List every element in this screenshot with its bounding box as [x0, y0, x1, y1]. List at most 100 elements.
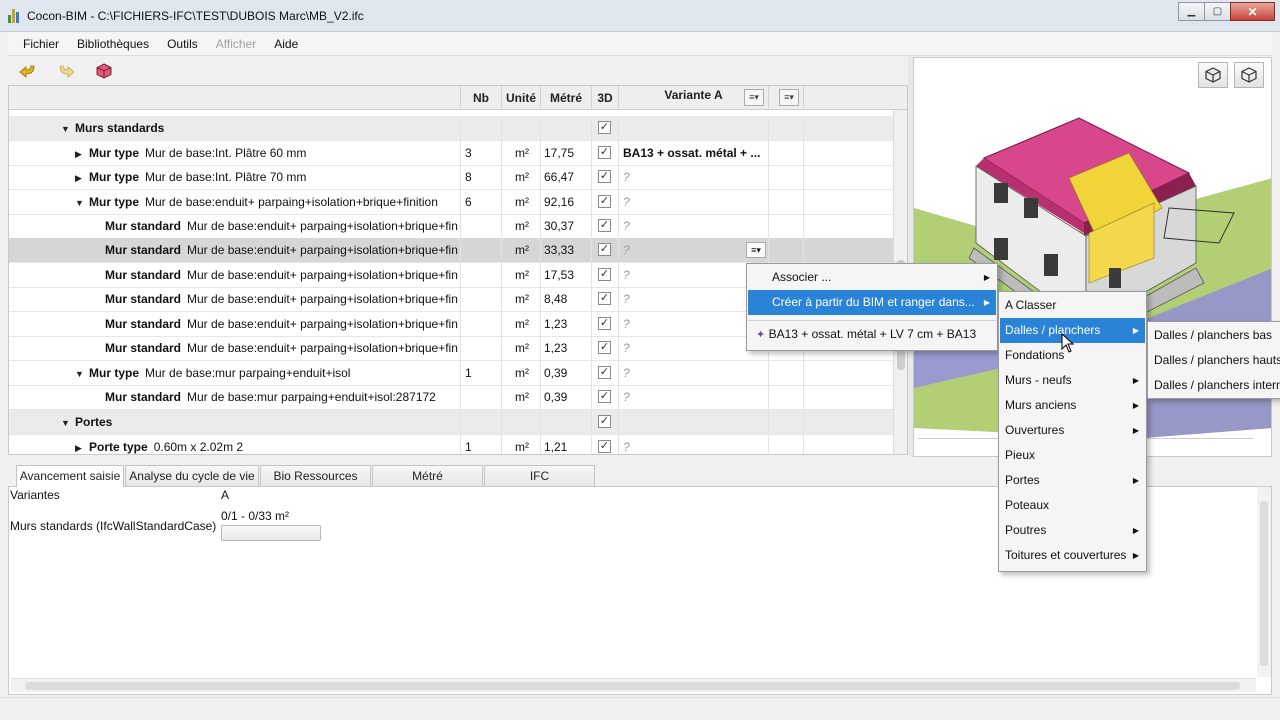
checkbox-3d[interactable]: ✓	[598, 146, 611, 159]
menu-aide[interactable]: Aide	[265, 37, 307, 51]
status-bar	[0, 697, 1280, 720]
app-logo-icon	[8, 9, 22, 23]
menu-outils[interactable]: Outils	[158, 37, 207, 51]
header-extra-2	[803, 86, 907, 110]
checkbox-3d[interactable]: ✓	[598, 292, 611, 305]
submenu-arrow-icon: ▶	[1132, 526, 1139, 535]
checkbox-3d[interactable]: ✓	[598, 195, 611, 208]
table-row[interactable]: ▼ Mur type Mur de base:mur parpaing+enduit…	[9, 361, 894, 386]
menu-fichier[interactable]: Fichier	[14, 37, 68, 51]
window-titlebar: Cocon-BIM - C:\FICHIERS-IFC\TEST\DUBOIS …	[0, 0, 1280, 32]
checkbox-3d[interactable]: ✓	[598, 317, 611, 330]
submenu-arrow-icon: ▶	[1132, 376, 1139, 385]
table-row[interactable]: ▶ Mur type Mur de base:Int. Plâtre 60 mm 3…	[9, 141, 894, 166]
menu-item-associer[interactable]: Associer ... ▶	[748, 265, 996, 290]
menu-item-murs-anciens[interactable]: Murs anciens ▶	[1000, 393, 1145, 418]
panel-horizontal-scrollbar[interactable]	[11, 678, 1256, 692]
minimize-icon[interactable]: ▁	[1178, 2, 1205, 21]
menu-item-ouvertures[interactable]: Ouvertures ▶	[1000, 418, 1145, 443]
header-metre[interactable]: Métré	[540, 86, 591, 110]
menu-bibliotheques[interactable]: Bibliothèques	[68, 37, 158, 51]
menu-item-toitures-couvertures[interactable]: Toitures et couvertures ▶	[1000, 543, 1145, 568]
menu-item-dalles-planchers-hauts[interactable]: Dalles / planchers hauts	[1149, 348, 1280, 373]
context-menu: Associer ... ▶ Créer à partir du BIM et r…	[746, 263, 998, 351]
expand-arrow-icon[interactable]: ▶	[75, 142, 89, 165]
tab-bio-ressources[interactable]: Bio Ressources	[260, 465, 371, 486]
checkbox-3d[interactable]: ✓	[598, 440, 611, 453]
progress-bar	[221, 525, 321, 541]
menu-item-variant-ba13[interactable]: ✦ BA13 + ossat. métal + LV 7 cm + BA13	[748, 322, 996, 347]
variant-dropdown-icon[interactable]: ≡▾	[746, 242, 766, 258]
undo-icon[interactable]	[16, 60, 40, 82]
tab-metre[interactable]: Métré	[372, 465, 483, 486]
scroll-thumb[interactable]	[1260, 501, 1268, 666]
submenu-arrow-icon: ▶	[983, 273, 990, 282]
murs-standards-label: Murs standards (IfcWallStandardCase)	[10, 519, 217, 533]
table-row[interactable]: Mur standard Mur de base:enduit+ parpaing…	[9, 214, 894, 239]
variant-star-icon: ✦	[756, 329, 766, 341]
panel-vertical-scrollbar[interactable]	[1257, 487, 1271, 677]
table-row[interactable]: Mur standard Mur de base:mur parpaing+end…	[9, 385, 894, 410]
tab-ifc[interactable]: IFC	[484, 465, 595, 486]
collapse-arrow-icon[interactable]: ▼	[75, 362, 89, 385]
menubar: Fichier Bibliothèques Outils Afficher Ai…	[8, 32, 1272, 56]
header-nb[interactable]: Nb	[460, 86, 501, 110]
checkbox-3d[interactable]: ✓	[598, 268, 611, 281]
menu-item-dalles-planchers-bas[interactable]: Dalles / planchers bas	[1149, 323, 1280, 348]
toolbar	[8, 57, 910, 85]
submenu-arrow-icon: ▶	[1132, 426, 1139, 435]
close-icon[interactable]: ✕	[1230, 2, 1275, 21]
redo-icon[interactable]	[54, 60, 78, 82]
submenu-arrow-icon: ▶	[1132, 326, 1139, 335]
table-row[interactable]: ▼ Murs standards ✓	[9, 116, 894, 141]
grid-header: Nb Unité Métré 3D Variante A ≡▾ ≡▾	[9, 86, 907, 110]
checkbox-3d[interactable]: ✓	[598, 121, 611, 134]
checkbox-3d[interactable]: ✓	[598, 170, 611, 183]
variantes-label: Variantes	[10, 488, 60, 502]
menu-item-murs-neufs[interactable]: Murs - neufs ▶	[1000, 368, 1145, 393]
menu-item-poteaux[interactable]: Poteaux	[1000, 493, 1145, 518]
column-filter-icon[interactable]: ≡▾	[779, 89, 799, 106]
expand-arrow-icon[interactable]: ▶	[75, 436, 89, 454]
checkbox-3d[interactable]: ✓	[598, 219, 611, 232]
variant-filter-icon[interactable]: ≡▾	[744, 89, 764, 106]
table-row[interactable]: ▶ Mur type Mur de base:Int. Plâtre 70 mm 8…	[9, 165, 894, 190]
mouse-cursor-icon	[1061, 333, 1075, 353]
submenu-arrow-icon: ▶	[1132, 476, 1139, 485]
window-title: Cocon-BIM - C:\FICHIERS-IFC\TEST\DUBOIS …	[27, 9, 364, 23]
checkbox-3d[interactable]: ✓	[598, 243, 611, 256]
expand-arrow-icon[interactable]: ▶	[75, 166, 89, 189]
collapse-arrow-icon[interactable]: ▼	[61, 411, 75, 434]
tab-avancement-saisie[interactable]: Avancement saisie	[16, 465, 124, 487]
table-row[interactable]: ▶ Porte type 0.60m x 2.02m 2 1 m² 1,21 ✓ ?	[9, 435, 894, 454]
collapse-arrow-icon[interactable]: ▼	[75, 191, 89, 214]
header-unit[interactable]: Unité	[501, 86, 540, 110]
menu-item-dalles-planchers-intermediaires[interactable]: Dalles / planchers intermédiaires	[1149, 373, 1280, 398]
checkbox-3d[interactable]: ✓	[598, 390, 611, 403]
submenu-arrow-icon: ▶	[1132, 401, 1139, 410]
variantes-value: A	[221, 488, 230, 502]
menu-item-poutres[interactable]: Poutres ▶	[1000, 518, 1145, 543]
table-row-selected[interactable]: Mur standard Mur de base:enduit+ parpaing…	[9, 238, 894, 263]
header-3d[interactable]: 3D	[591, 86, 618, 110]
menu-item-a-classer[interactable]: A Classer	[1000, 293, 1145, 318]
menu-item-pieux[interactable]: Pieux	[1000, 443, 1145, 468]
menu-separator	[748, 320, 996, 321]
checkbox-3d[interactable]: ✓	[598, 341, 611, 354]
submenu-dalles-planchers: Dalles / planchers bas Dalles / plancher…	[1147, 321, 1280, 399]
checkbox-3d[interactable]: ✓	[598, 366, 611, 379]
tab-analyse-cycle-vie[interactable]: Analyse du cycle de vie	[125, 465, 259, 486]
submenu-arrow-icon: ▶	[983, 298, 990, 307]
submenu-arrow-icon: ▶	[1132, 551, 1139, 560]
cube-icon[interactable]	[92, 60, 116, 82]
murs-standards-value: 0/1 - 0/33 m²	[221, 509, 290, 523]
menu-item-creer-a-partir-du-bim[interactable]: Créer à partir du BIM et ranger dans... ▶	[748, 290, 996, 315]
checkbox-3d[interactable]: ✓	[598, 415, 611, 428]
table-row[interactable]: ▼ Mur type Mur de base:enduit+ parpaing+is…	[9, 190, 894, 215]
scroll-thumb[interactable]	[25, 682, 1240, 690]
table-row[interactable]: ▼ Portes ✓	[9, 410, 894, 435]
collapse-arrow-icon[interactable]: ▼	[61, 117, 75, 140]
maximize-icon[interactable]: ▢	[1204, 2, 1231, 21]
menu-item-portes[interactable]: Portes ▶	[1000, 468, 1145, 493]
menu-afficher[interactable]: Afficher	[207, 37, 265, 51]
